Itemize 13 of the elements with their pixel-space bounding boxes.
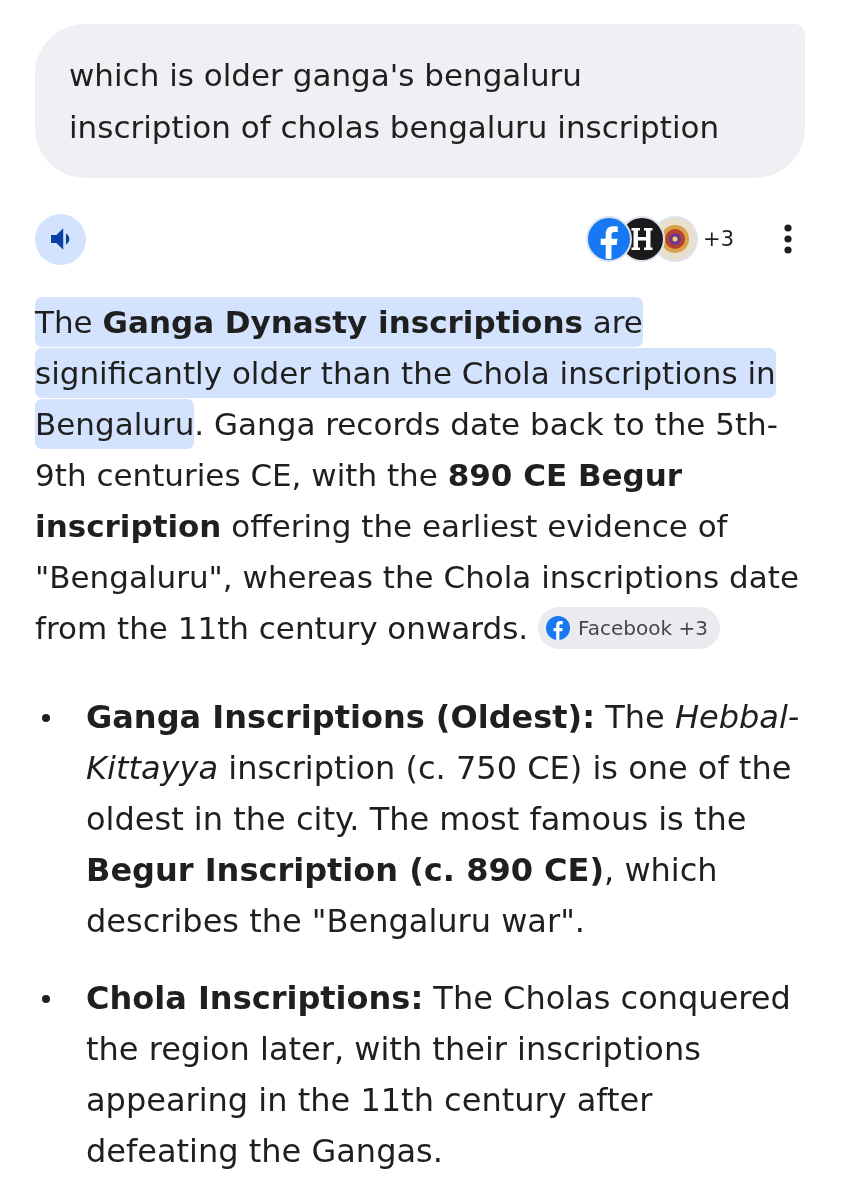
summary-text: The Ganga Dynasty inscriptions are significantly older than the Chola inscriptions in Bengaluru. Ganga records date back to the 5th-9th centuries CE, with the 890 CE Begur inscription offering the earliest evidence of "Bengaluru", whereas the Chola inscriptions date from the 11th century onwards. Facebook +3 (35, 297, 805, 654)
bullet-icon (42, 714, 50, 722)
source-chip[interactable]: Facebook +3 (538, 606, 720, 649)
f-logo-icon (546, 615, 571, 640)
sources-button[interactable]: +3 (586, 216, 734, 262)
bullet-icon (42, 995, 50, 1003)
speaker-button[interactable] (35, 213, 86, 265)
more-menu-icon[interactable] (784, 224, 792, 254)
bullet-text: Chola Inscriptions: The Cholas conquered the region later, with their inscriptions appearing in the 11th century after defeating the Gangas. (86, 978, 792, 1172)
bullet-text: Ganga Inscriptions (Oldest): The Hebbal-Kittayya inscription (c. 750 CE) is one of the oldest in the city. The most famous is the Begur Inscription (c. 890 CE), which describes the "Bengaluru war". (86, 697, 801, 942)
avatar-stack-icon (586, 216, 699, 262)
speaker-icon (51, 228, 70, 250)
query-text: which is older ganga's bengaluru inscription of cholas bengaluru inscription (69, 56, 721, 147)
